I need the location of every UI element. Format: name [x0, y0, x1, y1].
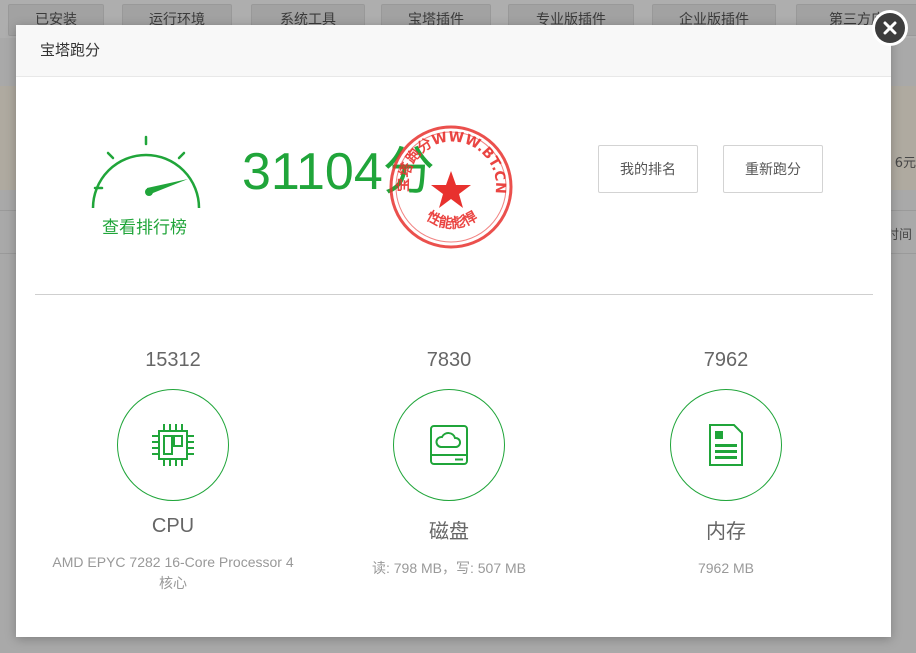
- cpu-icon-circle: [117, 389, 229, 501]
- cpu-description: AMD EPYC 7282 16-Core Processor 4 核心: [52, 554, 294, 591]
- disk-icon-circle: [393, 389, 505, 501]
- score-value: 31104: [242, 143, 383, 201]
- memory-metric: 7962 内存 7962 MB: [596, 345, 856, 579]
- speedometer-icon[interactable]: [88, 130, 204, 210]
- memory-icon-circle: [670, 389, 782, 501]
- view-leaderboard-link[interactable]: 查看排行榜: [102, 213, 187, 238]
- cpu-chip-icon: [152, 424, 194, 466]
- memory-card-icon: [709, 424, 743, 466]
- cpu-label: CPU: [151, 515, 195, 537]
- close-dialog-button[interactable]: [872, 10, 908, 46]
- disk-metric: 7830 磁盘 读: 798 MB，写: 507 MB: [319, 345, 579, 579]
- section-divider: [35, 294, 873, 295]
- cpu-metric: 15312 CPU AMD EPYC 7282 16-Core Processo…: [43, 345, 303, 594]
- rerun-benchmark-button[interactable]: 重新跑分: [723, 145, 823, 193]
- disk-label: 磁盘: [429, 521, 469, 543]
- disk-description: 读: 798 MB，写: 507 MB: [371, 560, 527, 576]
- benchmark-dialog: 宝塔跑分 查看排行榜 31104分 宝塔跑分WWW.BT.CN 性能彪悍 我的排…: [16, 25, 891, 637]
- close-icon: [875, 13, 905, 43]
- memory-score: 7962: [703, 349, 749, 371]
- bt-stamp-seal: 宝塔跑分WWW.BT.CN 性能彪悍: [389, 125, 513, 249]
- dialog-title: 宝塔跑分: [16, 25, 891, 77]
- memory-description: 7962 MB: [697, 560, 755, 576]
- disk-cloud-icon: [430, 425, 468, 465]
- svg-text:性能彪悍: 性能彪悍: [424, 208, 481, 233]
- my-rank-button[interactable]: 我的排名: [598, 145, 698, 193]
- disk-score: 7830: [426, 349, 472, 371]
- cpu-score: 15312: [145, 349, 201, 371]
- memory-label: 内存: [706, 521, 746, 543]
